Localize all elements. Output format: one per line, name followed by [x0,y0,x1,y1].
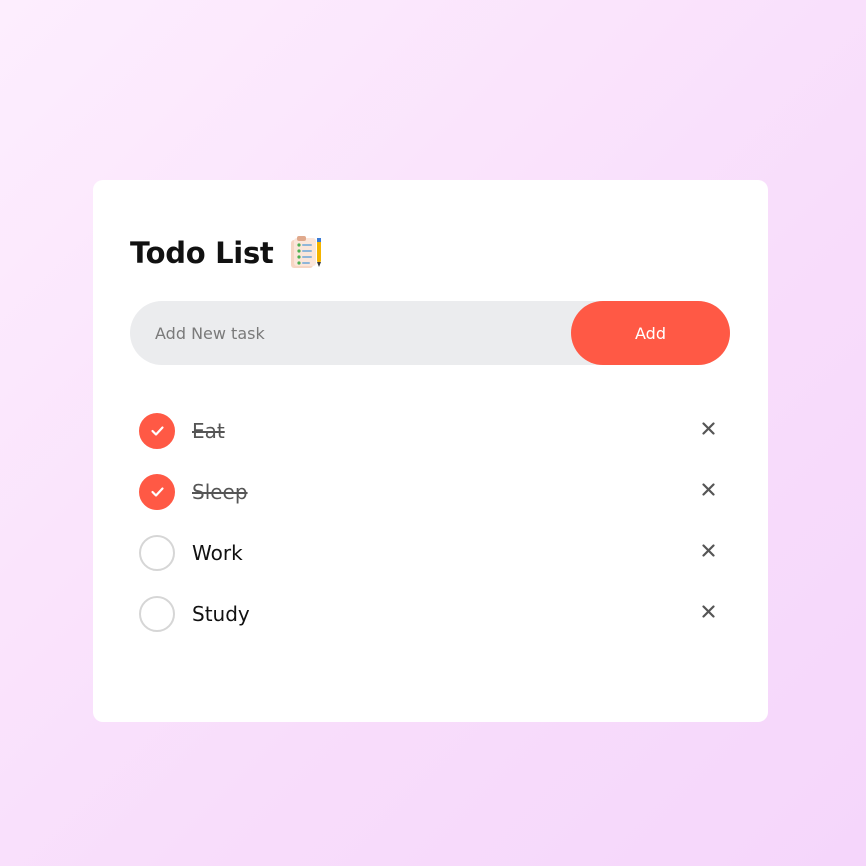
page-title: Todo List [130,236,274,270]
title-row: Todo List [130,232,323,274]
task-item[interactable]: Work [139,522,719,583]
task-checkbox-checked[interactable] [139,412,175,449]
task-item[interactable]: Sleep [139,461,719,522]
new-task-row: Add [130,301,730,365]
close-icon [701,422,715,435]
new-task-input[interactable] [155,301,555,365]
task-checkbox-checked[interactable] [139,473,175,510]
add-task-button[interactable]: Add [571,301,730,365]
close-icon [701,544,715,557]
delete-task-button[interactable] [697,601,719,623]
delete-task-button[interactable] [697,540,719,562]
task-checkbox[interactable] [139,595,175,632]
task-item[interactable]: Eat [139,400,719,461]
task-label[interactable]: Study [192,602,250,626]
clipboard-checklist-icon [287,236,323,270]
task-checkbox[interactable] [139,534,175,571]
checkmark-icon [149,422,166,439]
checkmark-icon [149,483,166,500]
delete-task-button[interactable] [697,418,719,440]
close-icon [701,483,715,496]
task-item[interactable]: Study [139,583,719,644]
close-icon [701,605,715,618]
task-label[interactable]: Work [192,541,243,565]
todo-card: Todo List Add EatSleepWorkSt [93,180,768,722]
task-label[interactable]: Eat [192,419,225,443]
task-list: Eat Sleep Work Study [139,400,719,644]
task-label[interactable]: Sleep [192,480,248,504]
delete-task-button[interactable] [697,479,719,501]
